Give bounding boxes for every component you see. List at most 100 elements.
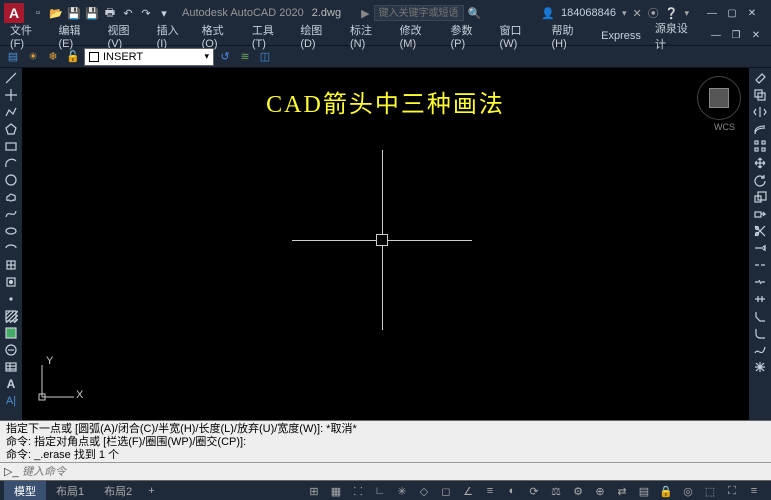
menu-edit[interactable]: 编辑(E) (54, 22, 97, 50)
arc-tool-icon[interactable] (2, 155, 20, 171)
table-tool-icon[interactable] (2, 359, 20, 375)
search-icon[interactable]: 🔍 (468, 7, 482, 20)
scale-tool-icon[interactable] (751, 189, 769, 205)
spline-tool-icon[interactable] (2, 206, 20, 222)
redo-icon[interactable]: ↷ (138, 5, 154, 21)
xline-tool-icon[interactable] (2, 87, 20, 103)
ellipse-arc-tool-icon[interactable] (2, 240, 20, 256)
menu-yuanquan[interactable]: 源泉设计 (651, 20, 701, 52)
copy-tool-icon[interactable] (751, 87, 769, 103)
menu-draw[interactable]: 绘图(D) (296, 22, 340, 50)
doc-restore-button[interactable]: ❐ (727, 29, 745, 43)
array-tool-icon[interactable] (751, 138, 769, 154)
doc-close-button[interactable]: ✕ (747, 29, 765, 43)
model-space-icon[interactable]: ⊞ (305, 483, 323, 499)
doc-minimize-button[interactable]: — (707, 29, 725, 43)
mtext-tool-icon[interactable]: A (2, 376, 20, 392)
menu-dimension[interactable]: 标注(N) (346, 22, 390, 50)
break-at-tool-icon[interactable] (751, 274, 769, 290)
help-icon[interactable]: ❔ (665, 7, 679, 20)
blend-tool-icon[interactable] (751, 342, 769, 358)
workspace-icon[interactable]: ⚙ (569, 483, 587, 499)
user-dropdown-icon[interactable]: ▾ (622, 8, 627, 19)
minimize-button[interactable]: — (703, 6, 721, 20)
trim-tool-icon[interactable] (751, 223, 769, 239)
annotation-icon[interactable]: ⚖ (547, 483, 565, 499)
block-tool-icon[interactable] (2, 257, 20, 273)
menu-format[interactable]: 格式(O) (198, 22, 242, 50)
plot-icon[interactable]: 🖶 (102, 5, 118, 21)
units-icon[interactable]: ⇄ (613, 483, 631, 499)
osnap-icon[interactable]: ◻ (437, 483, 455, 499)
block-create-tool-icon[interactable] (2, 274, 20, 290)
revcloud-tool-icon[interactable] (2, 189, 20, 205)
polyline-tool-icon[interactable] (2, 104, 20, 120)
menu-tools[interactable]: 工具(T) (248, 22, 290, 50)
customize-icon[interactable]: ≡ (745, 483, 763, 499)
explode-tool-icon[interactable] (751, 359, 769, 375)
rotate-tool-icon[interactable] (751, 172, 769, 188)
annomonitor-icon[interactable]: ⊕ (591, 483, 609, 499)
rectangle-tool-icon[interactable] (2, 138, 20, 154)
menu-express[interactable]: Express (597, 30, 645, 42)
app-logo[interactable]: A (4, 3, 24, 23)
layer-prev-icon[interactable]: ↺ (216, 48, 234, 66)
menu-file[interactable]: 文件(F) (6, 22, 48, 50)
point-tool-icon[interactable] (2, 291, 20, 307)
isolate-icon[interactable]: ◎ (679, 483, 697, 499)
view-cube[interactable] (697, 76, 741, 120)
layer-manager-icon[interactable]: ▤ (4, 48, 22, 66)
text-tool-icon[interactable]: A| (2, 393, 20, 409)
lineweight-icon[interactable]: ≡ (481, 483, 499, 499)
join-tool-icon[interactable] (751, 291, 769, 307)
lockui-icon[interactable]: 🔒 (657, 483, 675, 499)
layer-iso-icon[interactable]: ◫ (256, 48, 274, 66)
search-input[interactable] (374, 5, 464, 21)
gradient-tool-icon[interactable] (2, 325, 20, 341)
polygon-tool-icon[interactable] (2, 121, 20, 137)
hatch-tool-icon[interactable] (2, 308, 20, 324)
undo-icon[interactable]: ↶ (120, 5, 136, 21)
cleanscreen-icon[interactable]: ⛶ (723, 483, 741, 499)
snap-icon[interactable]: ⸬ (349, 483, 367, 499)
hardware-icon[interactable]: ⬚ (701, 483, 719, 499)
drawing-canvas[interactable]: CAD箭头中三种画法 Y X WCS (22, 68, 749, 420)
menu-help[interactable]: 帮助(H) (548, 22, 592, 50)
exchange-icon[interactable]: ✕ (633, 7, 642, 20)
close-button[interactable]: ✕ (743, 6, 761, 20)
maximize-button[interactable]: ▢ (723, 6, 741, 20)
saveas-icon[interactable]: 💾 (84, 5, 100, 21)
user-id[interactable]: 184068846 (561, 7, 616, 19)
circle-tool-icon[interactable] (2, 172, 20, 188)
menu-window[interactable]: 窗口(W) (496, 22, 542, 50)
otrack-icon[interactable]: ∠ (459, 483, 477, 499)
new-icon[interactable]: ▫ (30, 5, 46, 21)
menu-view[interactable]: 视图(V) (104, 22, 147, 50)
layer-state-icon[interactable]: ☀ (24, 48, 42, 66)
menu-parametric[interactable]: 参数(P) (446, 22, 489, 50)
layer-lock-icon[interactable]: 🔓 (64, 48, 82, 66)
layer-dropdown[interactable]: INSERT ▾ (84, 48, 214, 66)
tab-model[interactable]: 模型 (4, 481, 46, 500)
ucs-icon[interactable]: Y X (32, 357, 82, 410)
polar-icon[interactable]: ✳ (393, 483, 411, 499)
isodraft-icon[interactable]: ◇ (415, 483, 433, 499)
help-dropdown-icon[interactable]: ▾ (684, 8, 689, 19)
region-tool-icon[interactable] (2, 342, 20, 358)
open-icon[interactable]: 📂 (48, 5, 64, 21)
line-tool-icon[interactable] (2, 70, 20, 86)
command-history[interactable]: 指定下一点或 [圆弧(A)/闭合(C)/半宽(H)/长度(L)/放弃(U)/宽度… (0, 421, 771, 463)
command-input[interactable] (22, 466, 767, 478)
tab-layout1[interactable]: 布局1 (46, 481, 94, 500)
fillet-tool-icon[interactable] (751, 325, 769, 341)
extend-tool-icon[interactable] (751, 240, 769, 256)
move-tool-icon[interactable] (751, 155, 769, 171)
menu-insert[interactable]: 插入(I) (153, 22, 192, 50)
quickprops-icon[interactable]: ▤ (635, 483, 653, 499)
chamfer-tool-icon[interactable] (751, 308, 769, 324)
qat-dropdown-icon[interactable]: ▾ (156, 5, 172, 21)
grid-icon[interactable]: ▦ (327, 483, 345, 499)
transparency-icon[interactable]: ◐ (503, 483, 521, 499)
offset-tool-icon[interactable] (751, 121, 769, 137)
tab-layout2[interactable]: 布局2 (94, 481, 142, 500)
